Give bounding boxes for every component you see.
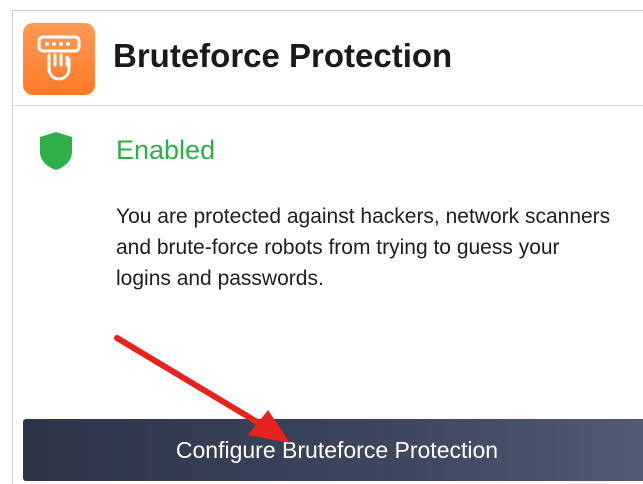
hand-shield-icon [23,23,95,95]
configure-bruteforce-button[interactable]: Configure Bruteforce Protection [23,419,643,481]
green-shield-icon [39,131,73,171]
card-title: Bruteforce Protection [113,37,453,74]
card-header: Bruteforce Protection [13,11,643,106]
description-text: You are protected against hackers, netwo… [116,205,611,290]
page: Bruteforce Protection Enabled You are pr… [0,0,643,484]
bruteforce-protection-card: Bruteforce Protection Enabled You are pr… [12,10,643,484]
status-label: Enabled [116,135,216,165]
